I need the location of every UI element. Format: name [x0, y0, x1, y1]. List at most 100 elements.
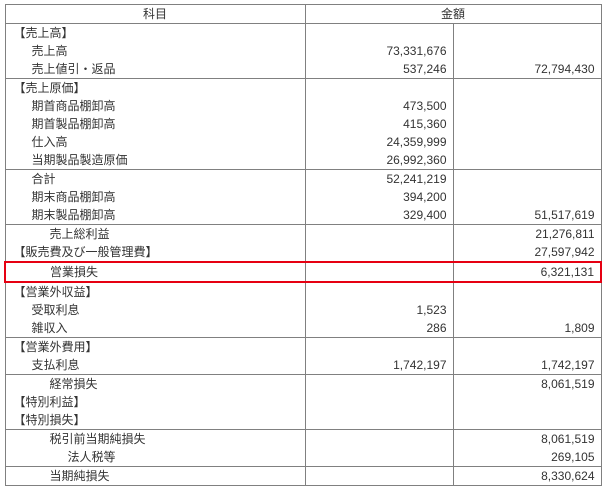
row-label: 当期製品製造原価 — [5, 151, 305, 170]
header-amount: 金額 — [305, 5, 601, 24]
row-label: 売上総利益 — [5, 225, 305, 244]
row-amount-1: 473,500 — [305, 97, 453, 115]
row-amount-2: 8,061,519 — [453, 375, 601, 394]
row-amount-2: 1,742,197 — [453, 356, 601, 375]
row-label: 雑収入 — [5, 319, 305, 338]
table-row: 支払利息1,742,1971,742,197 — [5, 356, 601, 375]
row-amount-2: 8,330,624 — [453, 467, 601, 486]
row-amount-1 — [305, 375, 453, 394]
table-row: 当期製品製造原価26,992,360 — [5, 151, 601, 170]
row-amount-2 — [453, 338, 601, 357]
table-row: 【販売費及び一般管理費】 27,597,942 — [5, 243, 601, 262]
table-row: 【特別損失】 — [5, 411, 601, 430]
row-amount-1: 1,523 — [305, 301, 453, 319]
table-row: 期末製品棚卸高329,40051,517,619 — [5, 206, 601, 225]
table-row: 受取利息1,523 — [5, 301, 601, 319]
table-header-row: 科目 金額 — [5, 5, 601, 24]
table-row: 【営業外費用】 — [5, 338, 601, 357]
financial-statement-table: 科目 金額 【売上高】売上高73,331,676売上値引・返品537,24672… — [4, 4, 602, 486]
row-amount-2 — [453, 301, 601, 319]
row-amount-1 — [305, 467, 453, 486]
row-label: 合計 — [5, 170, 305, 189]
row-amount-1 — [305, 225, 453, 244]
row-amount-1 — [305, 393, 453, 411]
table-row: 【特別利益】 — [5, 393, 601, 411]
row-amount-2 — [453, 170, 601, 189]
row-amount-1: 26,992,360 — [305, 151, 453, 170]
row-amount-1 — [305, 338, 453, 357]
row-amount-1 — [305, 282, 453, 301]
row-label: 支払利息 — [5, 356, 305, 375]
row-amount-1: 394,200 — [305, 188, 453, 206]
row-amount-2 — [453, 133, 601, 151]
row-amount-2: 21,276,811 — [453, 225, 601, 244]
row-label: 税引前当期純損失 — [5, 430, 305, 449]
row-amount-2 — [453, 151, 601, 170]
row-label: 【営業外費用】 — [5, 338, 305, 357]
row-amount-2: 51,517,619 — [453, 206, 601, 225]
row-amount-2: 27,597,942 — [453, 243, 601, 262]
row-label: 仕入高 — [5, 133, 305, 151]
row-amount-2 — [453, 79, 601, 98]
table-row: 期首商品棚卸高473,500 — [5, 97, 601, 115]
table-row: 売上総利益 21,276,811 — [5, 225, 601, 244]
table-row: 【営業外収益】 — [5, 282, 601, 301]
row-label: 【売上原価】 — [5, 79, 305, 98]
row-label: 経常損失 — [5, 375, 305, 394]
table-row: 【売上原価】 — [5, 79, 601, 98]
row-label: 【営業外収益】 — [5, 282, 305, 301]
row-amount-1: 537,246 — [305, 60, 453, 79]
table-row: 経常損失 8,061,519 — [5, 375, 601, 394]
row-label: 期末製品棚卸高 — [5, 206, 305, 225]
row-label: 【特別損失】 — [5, 411, 305, 430]
row-label: 【販売費及び一般管理費】 — [5, 243, 305, 262]
table-row: 売上値引・返品537,24672,794,430 — [5, 60, 601, 79]
table-row: 合計52,241,219 — [5, 170, 601, 189]
row-amount-1: 73,331,676 — [305, 42, 453, 60]
table-row: 【売上高】 — [5, 24, 601, 43]
row-amount-1 — [305, 262, 453, 282]
row-amount-1: 286 — [305, 319, 453, 338]
row-amount-2 — [453, 411, 601, 430]
row-amount-2: 1,809 — [453, 319, 601, 338]
row-amount-1 — [305, 79, 453, 98]
row-amount-1: 1,742,197 — [305, 356, 453, 375]
row-label: 営業損失 — [5, 262, 305, 282]
row-amount-2: 6,321,131 — [453, 262, 601, 282]
table-row: 税引前当期純損失 8,061,519 — [5, 430, 601, 449]
row-amount-1 — [305, 411, 453, 430]
row-amount-2 — [453, 24, 601, 43]
row-amount-2: 8,061,519 — [453, 430, 601, 449]
row-label: 【特別利益】 — [5, 393, 305, 411]
row-amount-1 — [305, 448, 453, 467]
row-amount-2 — [453, 42, 601, 60]
row-amount-1: 415,360 — [305, 115, 453, 133]
row-amount-1 — [305, 243, 453, 262]
table-row: 期首製品棚卸高415,360 — [5, 115, 601, 133]
row-label: 売上高 — [5, 42, 305, 60]
row-label: 受取利息 — [5, 301, 305, 319]
row-amount-2: 269,105 — [453, 448, 601, 467]
table-row: 期末商品棚卸高394,200 — [5, 188, 601, 206]
row-amount-2 — [453, 115, 601, 133]
row-label: 売上値引・返品 — [5, 60, 305, 79]
row-label: 期末商品棚卸高 — [5, 188, 305, 206]
row-amount-1: 329,400 — [305, 206, 453, 225]
row-amount-2 — [453, 97, 601, 115]
row-amount-2 — [453, 188, 601, 206]
row-amount-1: 52,241,219 — [305, 170, 453, 189]
table-row: 雑収入2861,809 — [5, 319, 601, 338]
table-row: 売上高73,331,676 — [5, 42, 601, 60]
header-item: 科目 — [5, 5, 305, 24]
row-amount-1 — [305, 24, 453, 43]
table-row: 当期純損失 8,330,624 — [5, 467, 601, 486]
row-label: 法人税等 — [5, 448, 305, 467]
table-row: 仕入高24,359,999 — [5, 133, 601, 151]
row-label: 【売上高】 — [5, 24, 305, 43]
row-label: 当期純損失 — [5, 467, 305, 486]
row-amount-1: 24,359,999 — [305, 133, 453, 151]
row-label: 期首製品棚卸高 — [5, 115, 305, 133]
table-row: 法人税等 269,105 — [5, 448, 601, 467]
row-amount-2: 72,794,430 — [453, 60, 601, 79]
row-label: 期首商品棚卸高 — [5, 97, 305, 115]
